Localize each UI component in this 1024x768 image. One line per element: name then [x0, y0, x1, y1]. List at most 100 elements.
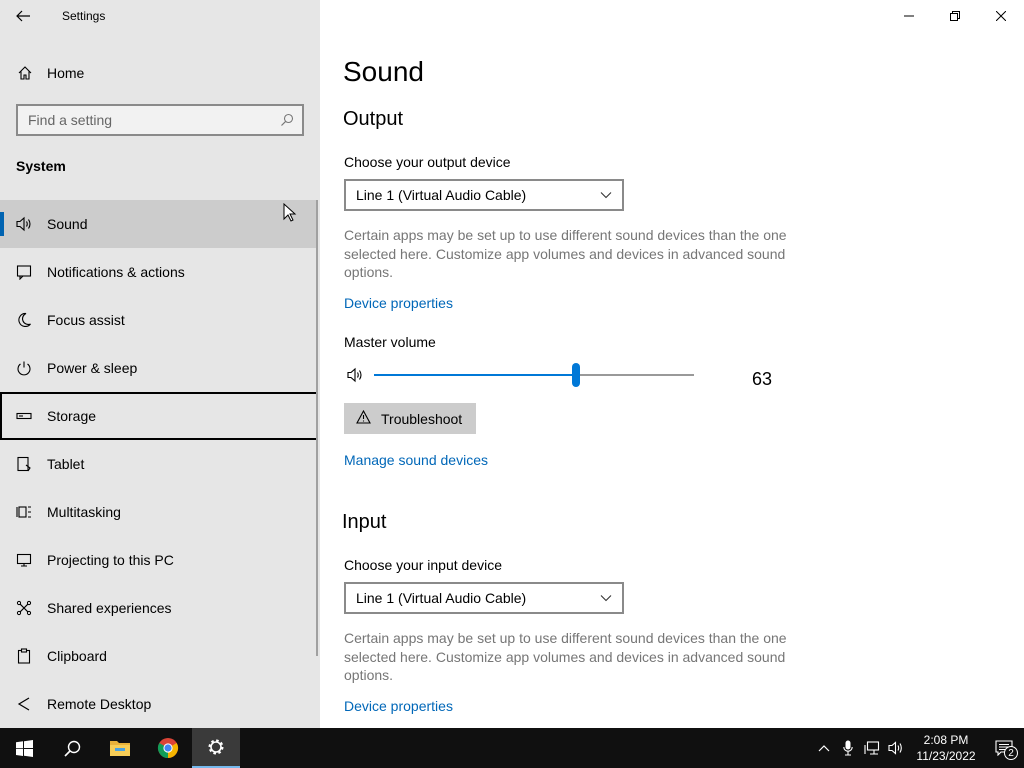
troubleshoot-label: Troubleshoot	[381, 410, 463, 427]
windows-logo-icon	[15, 739, 33, 757]
settings-taskbar-button[interactable]	[192, 728, 240, 768]
chevron-down-icon	[590, 594, 622, 602]
system-tray: 2:08 PM 11/23/2022 2	[812, 728, 1024, 768]
remote-desktop-icon	[0, 696, 47, 712]
moon-icon	[0, 312, 47, 328]
minimize-button[interactable]	[886, 0, 932, 32]
action-center-button[interactable]: 2	[984, 728, 1024, 768]
mouse-cursor-icon	[283, 203, 297, 222]
close-button[interactable]	[978, 0, 1024, 32]
shared-icon	[0, 600, 47, 616]
sidebar-item-sound[interactable]: Sound	[0, 200, 318, 248]
storage-icon	[0, 408, 47, 424]
tablet-icon	[0, 456, 47, 472]
warning-icon	[356, 409, 371, 427]
start-button[interactable]	[0, 728, 48, 768]
microphone-icon	[843, 740, 853, 756]
output-device-value: Line 1 (Virtual Audio Cable)	[356, 187, 527, 203]
sidebar-item-label: Remote Desktop	[47, 696, 152, 712]
output-device-properties-link[interactable]: Device properties	[344, 295, 453, 311]
sidebar-item-tablet[interactable]: Tablet	[0, 440, 318, 488]
master-volume-label: Master volume	[344, 334, 436, 350]
sidebar-item-shared-experiences[interactable]: Shared experiences	[0, 584, 318, 632]
master-volume-slider[interactable]	[344, 362, 784, 390]
clock[interactable]: 2:08 PM 11/23/2022	[908, 732, 984, 764]
window-controls	[886, 0, 1024, 32]
sidebar-item-power-sleep[interactable]: Power & sleep	[0, 344, 318, 392]
taskbar: 2:08 PM 11/23/2022 2	[0, 728, 1024, 768]
sidebar-nav: Sound Notifications & actions Focus assi…	[0, 200, 318, 728]
output-heading: Output	[343, 108, 404, 130]
home-label: Home	[47, 65, 85, 81]
app-title: Settings	[62, 9, 106, 23]
clock-time: 2:08 PM	[923, 733, 969, 747]
sidebar-item-label: Storage	[47, 408, 97, 424]
input-description: Certain apps may be set up to use differ…	[344, 630, 787, 683]
volume-track[interactable]	[374, 363, 694, 387]
input-heading: Input	[342, 511, 387, 533]
gear-icon	[208, 739, 224, 755]
sidebar-item-projecting[interactable]: Projecting to this PC	[0, 536, 318, 584]
sidebar-item-home[interactable]: Home	[0, 56, 316, 90]
search-box[interactable]	[16, 104, 304, 136]
notification-count-badge: 2	[1004, 746, 1018, 760]
chevron-up-icon	[818, 745, 830, 752]
sidebar-item-focus-assist[interactable]: Focus assist	[0, 296, 318, 344]
sidebar: Settings Home System Sound Notifications…	[0, 0, 320, 728]
sidebar-item-label: Power & sleep	[47, 360, 138, 376]
sidebar-scrollbar[interactable]	[316, 200, 318, 656]
sidebar-item-clipboard[interactable]: Clipboard	[0, 632, 318, 680]
volume-value: 63	[752, 369, 773, 389]
output-device-label: Choose your output device	[344, 154, 511, 170]
output-description: Certain apps may be set up to use differ…	[344, 227, 787, 280]
input-device-dropdown[interactable]: Line 1 (Virtual Audio Cable)	[344, 582, 624, 614]
troubleshoot-button[interactable]: Troubleshoot	[344, 403, 477, 434]
microphone-tray-button[interactable]	[836, 728, 860, 768]
chevron-down-icon	[590, 191, 622, 199]
sidebar-item-storage[interactable]: Storage	[0, 392, 318, 440]
projecting-icon	[0, 552, 47, 568]
search-input[interactable]	[28, 112, 272, 128]
search-icon	[63, 740, 80, 757]
chrome-icon	[157, 738, 179, 759]
manage-sound-devices-link[interactable]: Manage sound devices	[344, 452, 488, 468]
sidebar-item-remote-desktop[interactable]: Remote Desktop	[0, 680, 318, 728]
input-device-label: Choose your input device	[344, 557, 502, 573]
output-device-dropdown[interactable]: Line 1 (Virtual Audio Cable)	[344, 179, 624, 211]
speaker-icon	[0, 216, 47, 232]
volume-fill	[374, 374, 576, 376]
input-device-properties-link[interactable]: Device properties	[344, 698, 453, 714]
speaker-volume-icon[interactable]	[346, 367, 364, 388]
restore-button[interactable]	[932, 0, 978, 32]
sidebar-item-multitasking[interactable]: Multitasking	[0, 488, 318, 536]
back-button[interactable]	[0, 0, 46, 32]
back-arrow-icon	[16, 10, 30, 22]
network-icon	[864, 741, 880, 755]
taskbar-search-button[interactable]	[48, 728, 96, 768]
volume-tray-button[interactable]	[884, 728, 908, 768]
page-title: Sound	[343, 56, 424, 87]
folder-icon	[110, 741, 130, 756]
minimize-icon	[904, 15, 914, 17]
restore-icon	[950, 11, 960, 21]
close-icon	[996, 11, 1006, 21]
clipboard-icon	[0, 648, 47, 664]
section-title: System	[16, 158, 66, 174]
sidebar-item-label: Multitasking	[47, 504, 121, 520]
sidebar-item-label: Projecting to this PC	[47, 552, 174, 568]
power-icon	[0, 360, 47, 376]
file-explorer-button[interactable]	[96, 728, 144, 768]
volume-thumb[interactable]	[571, 363, 580, 387]
home-icon	[0, 65, 50, 81]
sidebar-item-notifications[interactable]: Notifications & actions	[0, 248, 318, 296]
search-icon[interactable]	[272, 113, 302, 127]
sidebar-item-label: Sound	[47, 216, 88, 232]
notifications-icon	[0, 264, 47, 280]
clock-date: 11/23/2022	[916, 749, 976, 763]
speaker-icon	[888, 741, 902, 755]
show-hidden-icons-button[interactable]	[812, 728, 836, 768]
network-tray-button[interactable]	[860, 728, 884, 768]
sidebar-item-label: Shared experiences	[47, 600, 172, 616]
chrome-button[interactable]	[144, 728, 192, 768]
sidebar-item-label: Focus assist	[47, 312, 125, 328]
